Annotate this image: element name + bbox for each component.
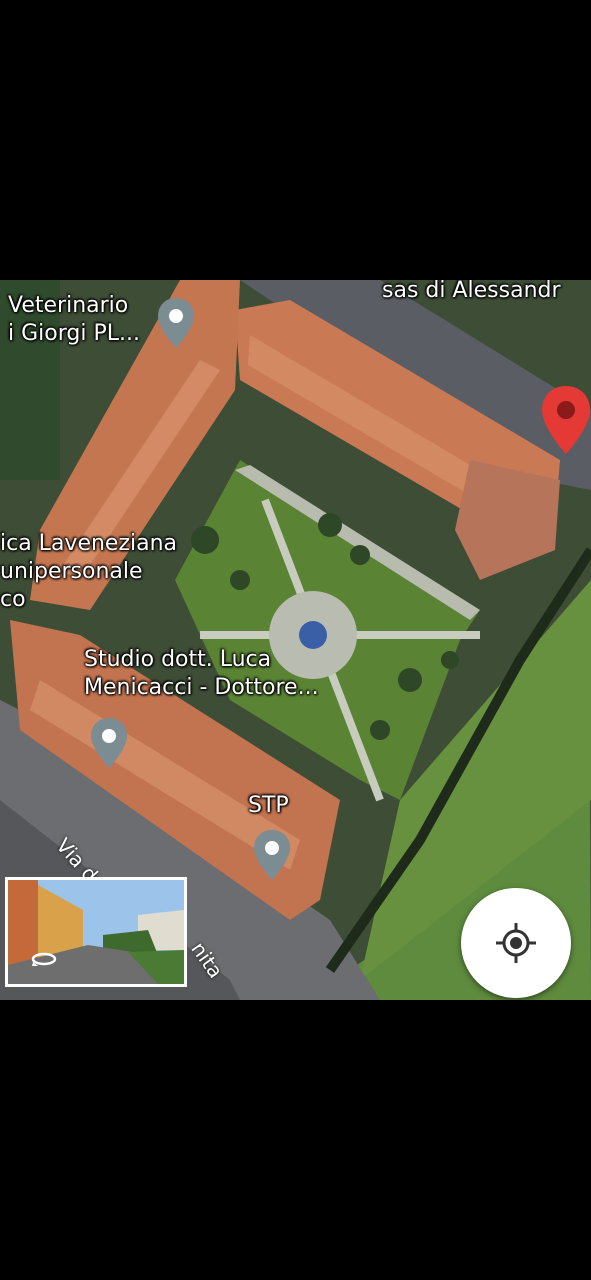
my-location-button[interactable] — [461, 888, 571, 998]
label-line: Veterinario — [8, 293, 129, 318]
label-line: ica Laveneziana — [0, 531, 178, 556]
label-line: unipersonale — [0, 559, 143, 584]
street-view-thumbnail[interactable] — [5, 877, 187, 987]
place-pin-icon[interactable] — [252, 828, 292, 882]
label-line: co — [0, 587, 26, 612]
place-label-sas[interactable]: sas di Alessandr — [382, 280, 561, 305]
satellite-map[interactable]: Veterinario i Giorgi PL... sas di Alessa… — [0, 280, 591, 1000]
place-pin-icon[interactable] — [89, 716, 129, 770]
place-label-studio-menicacci[interactable]: Studio dott. Luca Menicacci - Dottore... — [84, 646, 319, 702]
selected-location-pin-icon[interactable] — [540, 384, 591, 456]
label-line: i Giorgi PL... — [8, 321, 140, 346]
label-line: Menicacci - Dottore... — [84, 675, 319, 700]
place-label-stp[interactable]: STP — [248, 792, 289, 820]
street-view-image — [8, 880, 184, 984]
place-pin-icon[interactable] — [156, 296, 196, 350]
my-location-icon — [496, 923, 536, 963]
place-label-veterinario[interactable]: Veterinario i Giorgi PL... — [8, 292, 140, 348]
rotate-360-icon — [31, 952, 57, 966]
label-line: Studio dott. Luca — [84, 647, 272, 672]
place-label-laveneziana[interactable]: ica Laveneziana unipersonale co — [0, 530, 177, 614]
